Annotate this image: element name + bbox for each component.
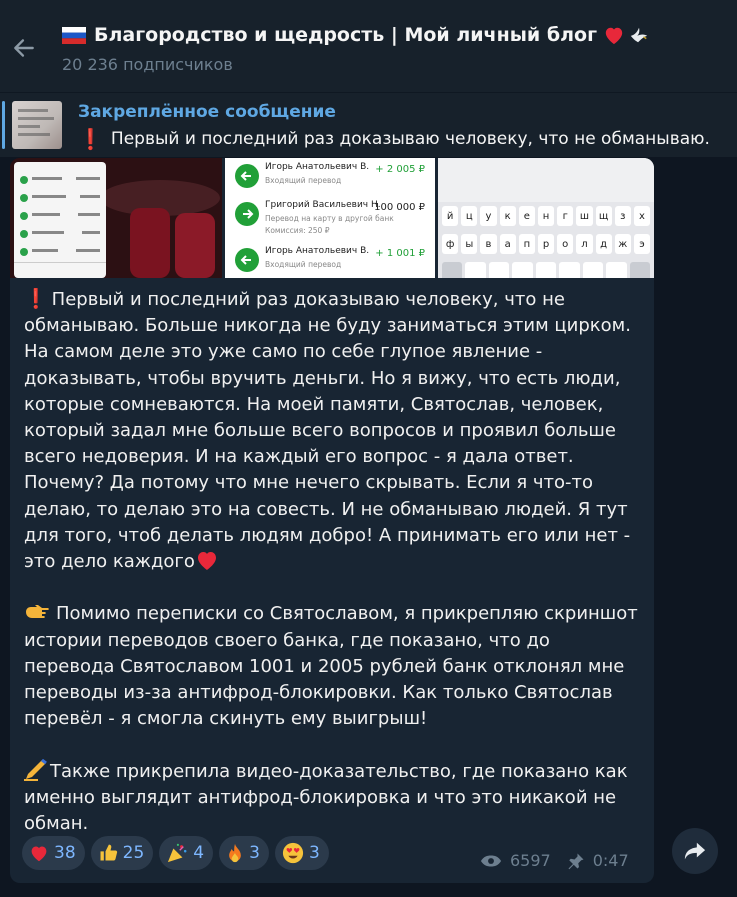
channel-title[interactable]: Благородство и щедрость | Мой личный бло… [62, 20, 650, 50]
reaction-thumbs-up[interactable]: 25 [90, 836, 154, 870]
dove-icon [628, 25, 650, 45]
channel-title-text: Благородство и щедрость | Мой личный бло… [94, 24, 597, 46]
view-count: 6597 [510, 851, 551, 870]
exclamation-icon: ❗ [78, 127, 103, 151]
message-text: ❗ Первый и последний раз доказываю челове… [24, 286, 644, 837]
eye-icon [480, 855, 502, 866]
keyboard-row-1: йцукенгшщзх [442, 206, 651, 226]
pin-icon [568, 853, 584, 869]
heart-eyes-icon [282, 842, 304, 864]
message-paragraph-3: Также прикрепила видео-доказательство, г… [24, 760, 628, 835]
message-meta: 6597 0:47 [480, 851, 629, 870]
photo-bank-transfers[interactable]: Игорь Анатольевич В. Входящий перевод + … [225, 158, 435, 278]
pinned-preview-text: Первый и последний раз доказываю человек… [110, 129, 710, 149]
message-bubble: Игорь Анатольевич В. Входящий перевод + … [10, 158, 654, 883]
message-time: 0:47 [592, 851, 629, 870]
reaction-count: 3 [249, 843, 260, 863]
exclamation-icon: ❗ [24, 288, 48, 310]
bank-row: Григорий Васильевич Н. Перевод на карту … [231, 198, 429, 240]
pinned-label: Закреплённое сообщение [78, 102, 336, 122]
red-heart-icon [603, 25, 625, 45]
reaction-count: 38 [54, 843, 76, 863]
share-arrow-icon [684, 842, 706, 860]
fire-icon [226, 843, 244, 863]
writing-hand-icon [24, 758, 47, 781]
reaction-count: 3 [308, 843, 320, 863]
reactions-bar: 38 25 4 3 3 [22, 836, 329, 870]
photo-album: Игорь Анатольевич В. Входящий перевод + … [10, 158, 654, 278]
photo-keyboard[interactable]: йцукенгшщзх фывапролджэ [438, 158, 654, 278]
back-arrow-icon [14, 39, 34, 57]
share-button[interactable] [672, 828, 718, 874]
reaction-count: 25 [122, 843, 145, 863]
thumbs-up-icon [98, 843, 118, 863]
pinned-preview: ❗ Первый и последний раз доказываю челов… [78, 127, 710, 151]
pinned-thumbnail [12, 101, 62, 149]
bank-row: Игорь Анатольевич В. Входящий перевод + … [231, 244, 429, 278]
arrow-left-icon [235, 248, 259, 272]
arrow-right-icon [235, 202, 259, 226]
chat-header: Благородство и щедрость | Мой личный бло… [0, 0, 737, 92]
pointing-hand-icon [26, 605, 49, 619]
pinned-accent-bar [2, 101, 5, 149]
message-paragraph-1: Первый и последний раз доказываю человек… [24, 289, 631, 573]
message-paragraph-2: Помимо переписки со Святославом, я прикр… [24, 603, 638, 730]
bank-row: Игорь Анатольевич В. Входящий перевод + … [231, 160, 429, 194]
photo-restaurant-phone[interactable] [10, 158, 222, 278]
reaction-fire[interactable]: 3 [219, 836, 269, 870]
reaction-heart-eyes[interactable]: 3 [274, 836, 329, 870]
subscriber-count: 20 236 подписчиков [62, 55, 233, 74]
keyboard-row-3 [442, 262, 650, 278]
red-heart-icon [197, 552, 216, 571]
back-button[interactable] [8, 32, 40, 64]
party-popper-icon [166, 843, 188, 863]
reaction-party[interactable]: 4 [159, 836, 214, 870]
arrow-left-icon [235, 164, 259, 188]
reaction-heart[interactable]: 38 [22, 836, 85, 870]
reaction-count: 4 [193, 843, 205, 863]
keyboard-row-2: фывапролджэ [442, 234, 651, 254]
pinned-message[interactable]: Закреплённое сообщение ❗ Первый и послед… [0, 92, 737, 157]
russia-flag-icon [62, 26, 86, 44]
heart-icon [29, 844, 49, 862]
